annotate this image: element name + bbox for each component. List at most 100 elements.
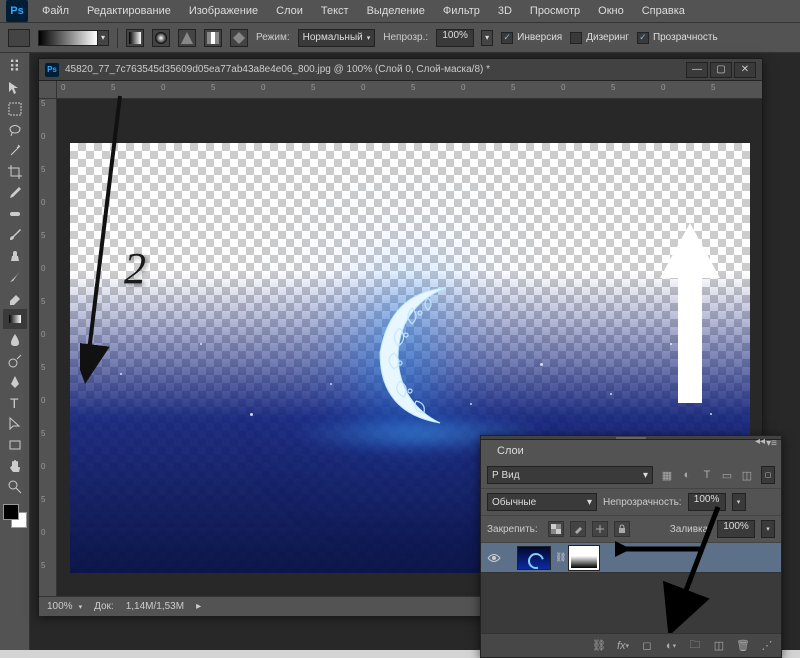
layers-panel-footer: ⛓ fx▾ ◻ ◐▾ 🗀 ◫ 🗑 ⋰ (481, 633, 781, 657)
mask-thumbnail[interactable] (569, 546, 599, 570)
options-bar: ▾ Режим: Нормальный▾ Непрозр.: 100% ▾ ✓И… (0, 23, 800, 53)
lock-label: Закрепить: (487, 524, 538, 535)
fill-dropdown[interactable]: ▾ (761, 520, 775, 538)
link-layers-button[interactable]: ⛓ (591, 638, 607, 654)
layer-fx-button[interactable]: fx▾ (615, 638, 631, 654)
type-tool[interactable]: T (3, 393, 27, 413)
layer-row[interactable]: ⛓ (481, 543, 781, 573)
filter-smart-icon[interactable]: ◫ (739, 467, 755, 483)
menu-file[interactable]: Файл (34, 2, 77, 20)
menu-edit[interactable]: Редактирование (79, 2, 179, 20)
lock-position-button[interactable] (592, 521, 608, 537)
panel-menu-icon[interactable]: ▾≡ (766, 438, 777, 449)
opacity-dropdown-panel[interactable]: ▾ (732, 493, 746, 511)
clone-stamp-tool[interactable] (3, 246, 27, 266)
rectangle-tool[interactable] (3, 435, 27, 455)
healing-brush-tool[interactable] (3, 204, 27, 224)
fill-input[interactable]: 100% (717, 520, 755, 538)
foreground-color-swatch[interactable] (3, 504, 19, 520)
magic-wand-tool[interactable] (3, 141, 27, 161)
dither-checkbox[interactable]: Дизеринг (570, 32, 629, 44)
color-swatches[interactable] (3, 504, 27, 528)
blend-mode-select-panel[interactable]: Обычные▾ (487, 493, 597, 511)
gradient-preview[interactable] (38, 30, 98, 46)
gradient-radial-button[interactable] (152, 29, 170, 47)
layers-tab[interactable]: Слои (489, 443, 532, 460)
lock-transparency-button[interactable] (548, 521, 564, 537)
new-group-button[interactable]: 🗀 (687, 638, 703, 654)
path-select-tool[interactable] (3, 414, 27, 434)
opacity-input[interactable]: 100% (436, 29, 474, 47)
reverse-checkbox[interactable]: ✓Инверсия (501, 32, 562, 44)
move-tool[interactable] (3, 78, 27, 98)
status-caret-icon[interactable]: ▸ (196, 601, 201, 612)
gradient-linear-button[interactable] (126, 29, 144, 47)
visibility-toggle[interactable] (485, 549, 503, 567)
panel-collapse-icon[interactable]: ◂◂ (755, 436, 765, 447)
app-logo: Ps (6, 0, 28, 22)
filter-type-icon[interactable]: T (699, 467, 715, 483)
lock-all-button[interactable] (614, 521, 630, 537)
vertical-ruler[interactable]: 505050505050505 (39, 81, 57, 596)
adjustment-layer-button[interactable]: ◐▾ (663, 638, 679, 654)
add-mask-button[interactable]: ◻ (639, 638, 655, 654)
menu-text[interactable]: Текст (313, 2, 357, 20)
lock-pixels-button[interactable] (570, 521, 586, 537)
menu-help[interactable]: Справка (634, 2, 693, 20)
blur-tool[interactable] (3, 330, 27, 350)
filter-pixel-icon[interactable]: ▦ (659, 467, 675, 483)
gradient-dropdown[interactable]: ▾ (97, 30, 109, 46)
lasso-tool[interactable] (3, 120, 27, 140)
layer-filter-kind[interactable]: Р Вид▾ (487, 466, 653, 484)
marquee-tool[interactable] (3, 99, 27, 119)
opacity-input-panel[interactable]: 100% (688, 493, 726, 511)
tab-grip-icon[interactable]: ⠿ (3, 57, 27, 77)
tool-preset-picker[interactable] (8, 29, 30, 47)
crop-tool[interactable] (3, 162, 27, 182)
layer-thumbnail[interactable] (517, 546, 551, 570)
filter-shape-icon[interactable]: ▭ (719, 467, 735, 483)
fill-label: Заливка: (670, 524, 711, 535)
transparency-checkbox[interactable]: ✓Прозрачность (637, 32, 718, 44)
ruler-origin[interactable] (39, 81, 57, 99)
brush-tool[interactable] (3, 225, 27, 245)
mask-link-icon[interactable]: ⛓ (555, 552, 565, 563)
horizontal-ruler[interactable]: 05050505050505 (57, 81, 762, 99)
eraser-tool[interactable] (3, 288, 27, 308)
panel-resize-grip[interactable]: ⋰ (759, 638, 775, 654)
history-brush-tool[interactable] (3, 267, 27, 287)
gradient-angle-button[interactable] (178, 29, 196, 47)
zoom-level[interactable]: 100% (47, 601, 73, 612)
zoom-caret-icon[interactable]: ▾ (79, 603, 83, 611)
menu-bar: Ps Файл Редактирование Изображение Слои … (0, 0, 800, 23)
menu-layers[interactable]: Слои (268, 2, 311, 20)
gradient-reflected-button[interactable] (204, 29, 222, 47)
menu-image[interactable]: Изображение (181, 2, 266, 20)
menu-select[interactable]: Выделение (359, 2, 433, 20)
eyedropper-tool[interactable] (3, 183, 27, 203)
pen-tool[interactable] (3, 372, 27, 392)
svg-text:T: T (10, 395, 19, 411)
delete-layer-button[interactable]: 🗑 (735, 638, 751, 654)
zoom-tool[interactable] (3, 477, 27, 497)
blend-mode-select[interactable]: Нормальный▾ (298, 29, 376, 47)
window-minimize-button[interactable]: — (686, 62, 708, 78)
menu-3d[interactable]: 3D (490, 2, 520, 20)
menu-filter[interactable]: Фильтр (435, 2, 488, 20)
dodge-tool[interactable] (3, 351, 27, 371)
opacity-dropdown[interactable]: ▾ (481, 30, 493, 46)
menu-window[interactable]: Окно (590, 2, 632, 20)
hand-tool[interactable] (3, 456, 27, 476)
gradient-diamond-button[interactable] (230, 29, 248, 47)
gradient-tool[interactable] (3, 309, 27, 329)
document-title: 45820_77_7c763545d35609d05ea77ab43a8e4e0… (65, 64, 680, 75)
opacity-label-panel: Непрозрачность: (603, 497, 682, 508)
filter-adjustment-icon[interactable]: ◐ (679, 467, 695, 483)
docsize-label: Док: (94, 601, 114, 612)
filter-toggle[interactable]: ▢ (761, 466, 775, 484)
new-layer-button[interactable]: ◫ (711, 638, 727, 654)
menu-view[interactable]: Просмотр (522, 2, 588, 20)
window-close-button[interactable]: ✕ (734, 62, 756, 78)
window-maximize-button[interactable]: ▢ (710, 62, 732, 78)
document-titlebar[interactable]: Ps 45820_77_7c763545d35609d05ea77ab43a8e… (39, 59, 762, 81)
